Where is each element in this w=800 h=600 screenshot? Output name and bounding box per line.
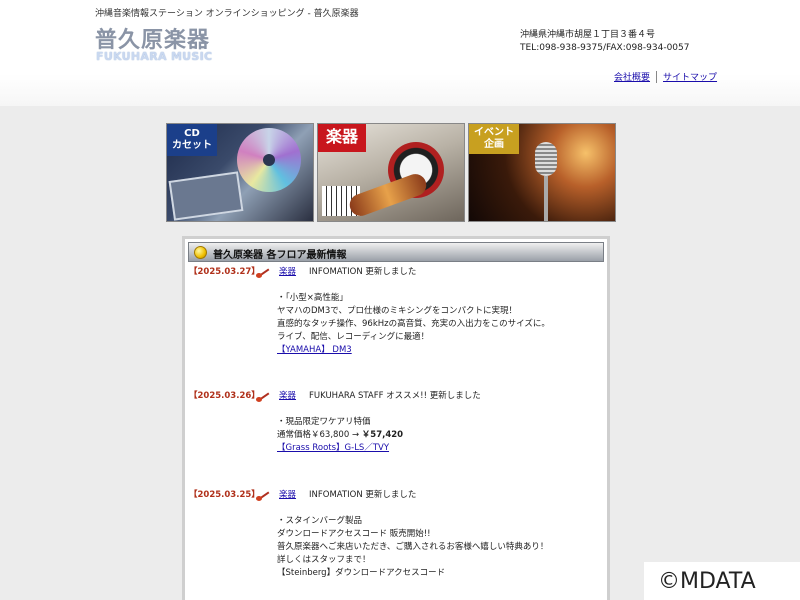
microphone-image [535, 142, 557, 176]
mic-stand-image [544, 176, 548, 221]
news-panel-title: 普久原楽器 各フロア最新情報 [213, 250, 347, 261]
news-panel: 普久原楽器 各フロア最新情報 【2025.03.27】 楽器 INFOMATIO… [182, 236, 610, 600]
news-category-link[interactable]: 楽器 [279, 390, 309, 403]
news-line: ヤマハのDM3で、プロ仕様のミキシングをコンパクトに実現！ [277, 306, 517, 316]
event-banner-label: イベント 企画 [469, 124, 519, 154]
news-line: 直感的なタッチ操作、96kHzの高音質、充実の入出力をこのサイズに。 [277, 319, 550, 329]
copyright-watermark: ©MDATA [644, 562, 800, 600]
grass-roots-link[interactable]: 【Grass Roots】G-LS／TVY [277, 443, 389, 453]
cd-disc-image [237, 128, 301, 192]
cd-label-line1: CD [184, 128, 200, 139]
site-logo-english[interactable]: FUKUHARA MUSIC [96, 50, 212, 63]
category-banners: CD カセット 楽器 イベント 企画 [166, 123, 618, 222]
bullet-dot-icon [194, 246, 207, 259]
news-line: ライブ、配信、レコーディングに最適！ [277, 332, 430, 342]
guitar-icon [255, 267, 271, 279]
news-line: ・現品限定ワケアリ特価 [277, 417, 371, 427]
event-label-line2: 企画 [484, 139, 504, 150]
news-item: 【2025.03.25】 楽器 INFOMATION 更新しました ・スタインバ… [189, 489, 548, 580]
store-address: 沖縄県沖縄市胡屋１丁目３番４号 TEL:098-938-9375/FAX:098… [520, 29, 689, 55]
news-body: ・「小型×高性能」 ヤマハのDM3で、プロ仕様のミキシングをコンパクトに実現！ … [277, 292, 550, 357]
news-item: 【2025.03.26】 楽器 FUKUHARA STAFF オススメ!! 更新… [189, 390, 481, 455]
guitar-icon [255, 391, 271, 403]
price-line: 通常価格￥63,800 → ￥57,420 [277, 429, 481, 442]
header-links: 会社概要 サイトマップ [614, 70, 717, 83]
guitar-image [346, 170, 430, 220]
news-line: ダウンロードアクセスコード 販売開始!! [277, 529, 431, 539]
cassette-tape-image [168, 171, 244, 221]
news-line: 詳しくはスタッフまで！ [277, 555, 371, 565]
company-profile-link[interactable]: 会社概要 [614, 70, 650, 83]
instruments-banner[interactable]: 楽器 [317, 123, 465, 222]
event-label-line1: イベント [474, 127, 514, 138]
guitar-icon [255, 490, 271, 502]
news-line: ・スタインバーグ製品 [277, 516, 363, 526]
news-body: ・スタインバーグ製品 ダウンロードアクセスコード 販売開始!! 普久原楽器へご来… [277, 515, 548, 580]
news-date: 【2025.03.27】 [189, 267, 260, 277]
news-title: FUKUHARA STAFF オススメ!! 更新しました [309, 391, 481, 401]
news-line: 普久原楽器へご来店いただき、ご購入されるお客様へ嬉しい特典あり！ [277, 542, 549, 552]
sale-price: ￥57,420 [361, 430, 404, 440]
news-date: 【2025.03.25】 [189, 490, 260, 500]
cd-cassette-banner[interactable]: CD カセット [166, 123, 314, 222]
link-divider [656, 70, 658, 83]
sitemap-link[interactable]: サイトマップ [663, 70, 717, 83]
cd-label-line2: カセット [172, 140, 212, 151]
news-item: 【2025.03.27】 楽器 INFOMATION 更新しました ・「小型×高… [189, 266, 550, 357]
address-text: 沖縄県沖縄市胡屋１丁目３番４号 [520, 30, 656, 40]
news-category-link[interactable]: 楽器 [279, 266, 309, 279]
site-tagline: 沖縄音楽情報ステーション オンラインショッピング - 普久原楽器 [95, 9, 359, 19]
yamaha-dm3-link[interactable]: 【YAMAHA】 DM3 [277, 345, 352, 355]
cd-banner-label: CD カセット [167, 124, 217, 156]
news-category-link[interactable]: 楽器 [279, 489, 309, 502]
site-header: 沖縄音楽情報ステーション オンラインショッピング - 普久原楽器 普久原楽器 F… [0, 0, 800, 106]
news-date: 【2025.03.26】 [189, 391, 260, 401]
news-title: INFOMATION 更新しました [309, 267, 417, 277]
news-line: 【Steinberg】ダウンロードアクセスコード [277, 568, 446, 578]
news-title: INFOMATION 更新しました [309, 490, 417, 500]
phone-fax-text: TEL:098-938-9375/FAX:098-934-0057 [520, 43, 690, 53]
instruments-banner-label: 楽器 [318, 124, 366, 152]
event-banner[interactable]: イベント 企画 [468, 123, 616, 222]
regular-price: 通常価格￥63,800 → [277, 430, 362, 440]
news-panel-header: 普久原楽器 各フロア最新情報 [188, 242, 604, 262]
news-body: ・現品限定ワケアリ特価 通常価格￥63,800 → ￥57,420 【Grass… [277, 416, 481, 455]
news-line: ・「小型×高性能」 [277, 293, 348, 303]
